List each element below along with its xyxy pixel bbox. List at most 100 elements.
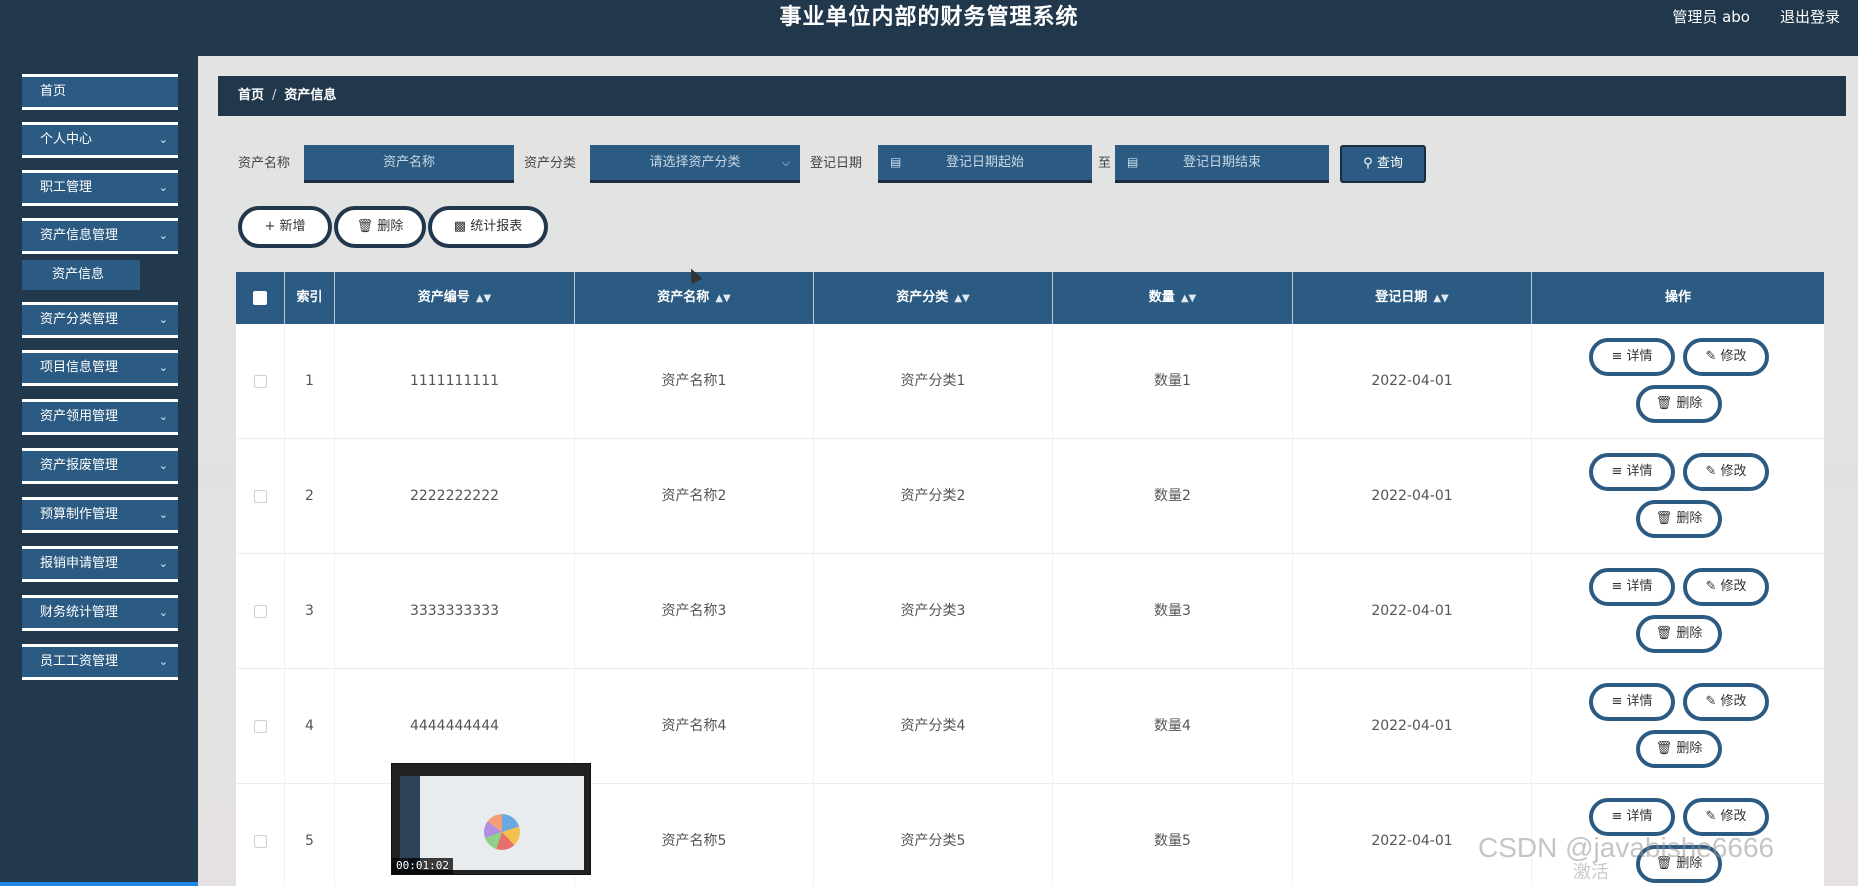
calendar-icon: ▤ xyxy=(890,155,902,169)
sidebar-item[interactable]: 资产领用管理 ⌄ xyxy=(22,399,178,435)
detail-button[interactable]: ≡ 详情 xyxy=(1589,568,1675,606)
pen-icon: ✎ xyxy=(1705,349,1721,364)
pen-icon: ✎ xyxy=(1705,464,1721,479)
cell-name: 资产名称5 xyxy=(575,784,814,886)
detail-button[interactable]: ≡ 详情 xyxy=(1589,453,1675,491)
delete-button[interactable]: 🗑 删除 xyxy=(1636,500,1722,538)
delete-button[interactable]: 🗑 删除 xyxy=(1636,730,1722,768)
document-icon: ≡ xyxy=(1611,809,1627,824)
row-checkbox[interactable] xyxy=(236,554,285,669)
detail-button-label: 详情 xyxy=(1626,579,1653,594)
row-checkbox[interactable] xyxy=(236,669,285,784)
sidebar-item[interactable]: 财务统计管理 ⌄ xyxy=(22,595,178,631)
select-all-checkbox[interactable] xyxy=(236,272,285,324)
table-row: 1 1111111111 资产名称1 资产分类1 数量1 2022-04-01 ≡ 详情 ✎ … xyxy=(236,324,1824,439)
sidebar-item-label: 项目信息管理 xyxy=(40,360,119,375)
edit-button[interactable]: ✎ 修改 xyxy=(1683,683,1769,721)
breadcrumb: 首页 / 资产信息 xyxy=(218,76,1846,116)
cell-index: 4 xyxy=(285,669,335,784)
sort-icon[interactable]: ▲▼ xyxy=(715,293,730,304)
sidebar: 首页 个人中心 ⌄ 职工管理 ⌄ 资产信息管理 ⌄ 资产分类管理 ⌄ 项目信息管理 ⌄ 资产领用管理 ⌄… xyxy=(0,56,198,886)
sort-icon[interactable]: ▲▼ xyxy=(1433,293,1448,304)
delete-button-label: 删除 xyxy=(1676,741,1703,756)
add-button[interactable]: + 新增 xyxy=(238,206,332,248)
sidebar-item-label: 预算制作管理 xyxy=(40,507,119,522)
watermark: CSDN @javabishe6666 xyxy=(1478,832,1775,863)
sidebar-item[interactable]: 个人中心 ⌄ xyxy=(22,122,178,158)
date-range-to: 至 xyxy=(1098,156,1112,171)
video-thumbnail[interactable]: 00:01:02 xyxy=(391,763,591,875)
sidebar-item[interactable]: 项目信息管理 ⌄ xyxy=(22,350,178,386)
sidebar-item[interactable]: 报销申请管理 ⌄ xyxy=(22,546,178,582)
document-icon: ≡ xyxy=(1611,349,1627,364)
video-timestamp: 00:01:02 xyxy=(392,858,453,874)
sort-icon[interactable]: ▲▼ xyxy=(476,293,491,304)
detail-button[interactable]: ≡ 详情 xyxy=(1589,338,1675,376)
row-checkbox[interactable] xyxy=(236,439,285,554)
search-button[interactable]: ⚲ 查询 xyxy=(1340,145,1426,183)
asset-category-select[interactable]: 请选择资产分类 ⌵ xyxy=(590,145,800,183)
col-asset-category[interactable]: 资产分类 ▲▼ xyxy=(814,272,1053,324)
sidebar-item[interactable]: 资产信息管理 ⌄ xyxy=(22,218,178,254)
chevron-down-icon: ⌄ xyxy=(158,557,168,570)
cell-qty: 数量2 xyxy=(1053,439,1293,554)
calendar-icon: ▤ xyxy=(1127,155,1139,169)
chevron-down-icon: ⌵ xyxy=(781,156,790,169)
cell-qty: 数量4 xyxy=(1053,669,1293,784)
chevron-down-icon: ⌄ xyxy=(158,181,168,194)
cell-category: 资产分类3 xyxy=(814,554,1053,669)
col-register-date[interactable]: 登记日期 ▲▼ xyxy=(1293,272,1532,324)
trash-icon: 🗑 xyxy=(1655,626,1677,641)
delete-button[interactable]: 🗑 删除 xyxy=(1636,615,1722,653)
sidebar-item[interactable]: 预算制作管理 ⌄ xyxy=(22,497,178,533)
search-button-label: 查询 xyxy=(1376,156,1403,171)
register-date-label: 登记日期 xyxy=(810,156,863,171)
edit-button[interactable]: ✎ 修改 xyxy=(1683,453,1769,491)
col-asset-code[interactable]: 资产编号 ▲▼ xyxy=(335,272,575,324)
trash-icon: 🗑 xyxy=(1655,396,1677,411)
date-end-input[interactable]: ▤ 登记日期结束 xyxy=(1115,145,1329,183)
detail-button-label: 详情 xyxy=(1626,809,1653,824)
sidebar-item[interactable]: 员工工资管理 ⌄ xyxy=(22,644,178,680)
sidebar-item-label: 资产分类管理 xyxy=(40,312,119,327)
sidebar-item-label: 员工工资管理 xyxy=(40,654,119,669)
sidebar-item-label: 资产领用管理 xyxy=(40,409,119,424)
sidebar-item-label: 个人中心 xyxy=(40,132,93,147)
sidebar-subitem-asset-info[interactable]: 资产信息 xyxy=(22,260,140,290)
col-quantity[interactable]: 数量 ▲▼ xyxy=(1053,272,1293,324)
row-checkbox[interactable] xyxy=(236,784,285,886)
cell-name: 资产名称1 xyxy=(575,324,814,439)
edit-button[interactable]: ✎ 修改 xyxy=(1683,798,1769,836)
cell-index: 3 xyxy=(285,554,335,669)
cell-code: 2222222222 xyxy=(335,439,575,554)
delete-button[interactable]: 🗑 删除 xyxy=(1636,385,1722,423)
edit-button-label: 修改 xyxy=(1720,809,1747,824)
asset-category-placeholder: 请选择资产分类 xyxy=(649,155,741,170)
report-button[interactable]: ▩ 统计报表 xyxy=(428,206,548,248)
row-checkbox[interactable] xyxy=(236,324,285,439)
sidebar-item[interactable]: 职工管理 ⌄ xyxy=(22,170,178,206)
cell-date: 2022-04-01 xyxy=(1293,439,1532,554)
table-row: 3 3333333333 资产名称3 资产分类3 数量3 2022-04-01 ≡ 详情 ✎ … xyxy=(236,554,1824,669)
detail-button[interactable]: ≡ 详情 xyxy=(1589,683,1675,721)
breadcrumb-home[interactable]: 首页 xyxy=(238,88,264,103)
bar-chart-icon: ▩ xyxy=(453,219,467,234)
app-title: 事业单位内部的财务管理系统 xyxy=(779,5,1079,30)
trash-icon: 🗑 xyxy=(1655,741,1677,756)
sidebar-item[interactable]: 资产报废管理 ⌄ xyxy=(22,448,178,484)
logout-link[interactable]: 退出登录 xyxy=(1780,6,1840,27)
sidebar-item[interactable]: 首页 xyxy=(22,74,178,110)
sort-icon[interactable]: ▲▼ xyxy=(1181,293,1196,304)
sidebar-item[interactable]: 资产分类管理 ⌄ xyxy=(22,302,178,338)
sort-icon[interactable]: ▲▼ xyxy=(954,293,969,304)
date-start-input[interactable]: ▤ 登记日期起始 xyxy=(878,145,1092,183)
table-row: 2 2222222222 资产名称2 资产分类2 数量2 2022-04-01 ≡ 详情 ✎ … xyxy=(236,439,1824,554)
batch-delete-button[interactable]: 🗑 删除 xyxy=(334,206,426,248)
batch-delete-label: 删除 xyxy=(377,219,404,234)
asset-name-input[interactable]: 资产名称 xyxy=(304,145,514,183)
asset-category-label: 资产分类 xyxy=(524,156,577,171)
edit-button[interactable]: ✎ 修改 xyxy=(1683,568,1769,606)
pen-icon: ✎ xyxy=(1705,809,1721,824)
detail-button[interactable]: ≡ 详情 xyxy=(1589,798,1675,836)
edit-button[interactable]: ✎ 修改 xyxy=(1683,338,1769,376)
